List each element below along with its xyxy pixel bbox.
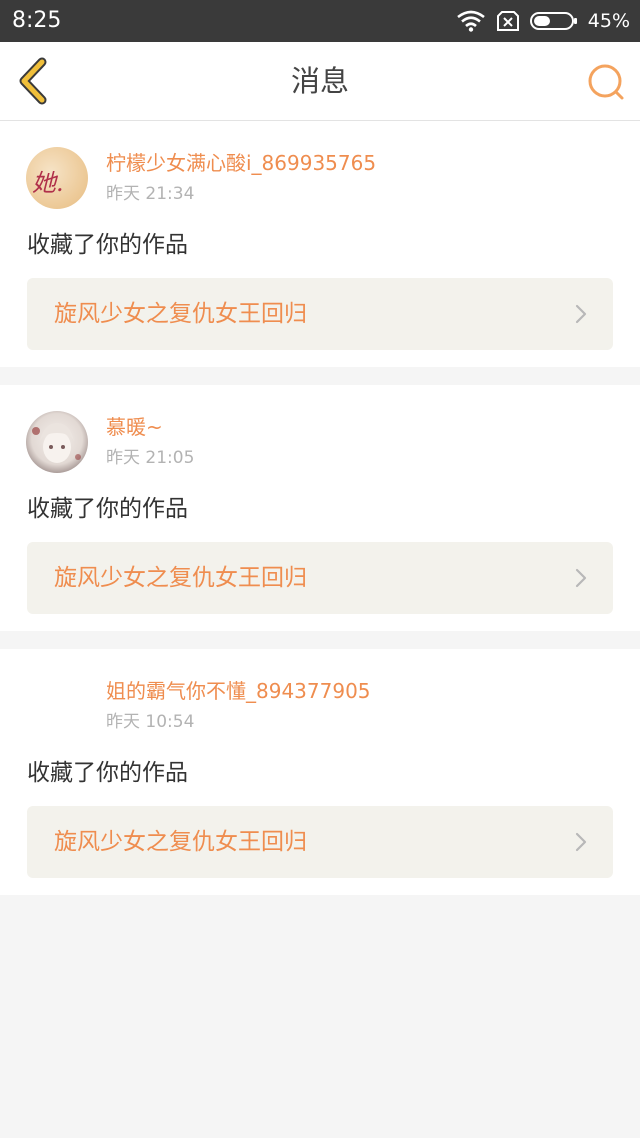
status-icons: 45% <box>456 8 630 34</box>
search-icon <box>588 64 624 100</box>
work-link[interactable]: 旋风少女之复仇女王回归 <box>27 542 613 614</box>
status-time: 8:25 <box>12 8 62 33</box>
message-card: 姐的霸气你不懂_894377905 昨天 10:54 收藏了你的作品 旋风少女之… <box>0 649 640 895</box>
action-text: 收藏了你的作品 <box>27 496 188 522</box>
work-link[interactable]: 旋风少女之复仇女王回归 <box>27 278 613 350</box>
avatar[interactable] <box>26 675 88 737</box>
page-title: 消息 <box>290 64 349 98</box>
username[interactable]: 姐的霸气你不懂_894377905 <box>106 678 371 704</box>
work-title: 旋风少女之复仇女王回归 <box>54 565 307 591</box>
work-title: 旋风少女之复仇女王回归 <box>54 301 307 327</box>
battery-percent: 45% <box>587 10 630 32</box>
chevron-right-icon <box>575 304 587 324</box>
no-sim-icon <box>496 11 519 31</box>
status-bar: 8:25 45% <box>0 0 640 42</box>
avatar-signature: 她. <box>32 169 64 197</box>
work-link[interactable]: 旋风少女之复仇女王回归 <box>27 806 613 878</box>
action-text: 收藏了你的作品 <box>27 760 188 786</box>
chevron-right-icon <box>575 568 587 588</box>
nav-bar: 消息 <box>0 42 640 121</box>
avatar[interactable] <box>26 411 88 473</box>
avatar[interactable]: 她. <box>26 147 88 209</box>
action-text: 收藏了你的作品 <box>27 232 188 258</box>
avatar-image <box>32 423 81 463</box>
wifi-icon <box>456 10 485 32</box>
battery-icon <box>529 12 577 30</box>
timestamp: 昨天 21:34 <box>106 184 195 204</box>
search-button[interactable] <box>586 62 626 102</box>
message-card: 她. 柠檬少女满心酸i_869935765 昨天 21:34 收藏了你的作品 旋… <box>0 121 640 367</box>
timestamp: 昨天 21:05 <box>106 448 195 468</box>
username[interactable]: 柠檬少女满心酸i_869935765 <box>106 150 376 176</box>
work-title: 旋风少女之复仇女王回归 <box>54 829 307 855</box>
message-card: 慕暖~ 昨天 21:05 收藏了你的作品 旋风少女之复仇女王回归 <box>0 385 640 631</box>
chevron-right-icon <box>575 832 587 852</box>
username[interactable]: 慕暖~ <box>106 414 163 440</box>
avatar-image: 她. <box>32 169 64 197</box>
timestamp: 昨天 10:54 <box>106 712 195 732</box>
